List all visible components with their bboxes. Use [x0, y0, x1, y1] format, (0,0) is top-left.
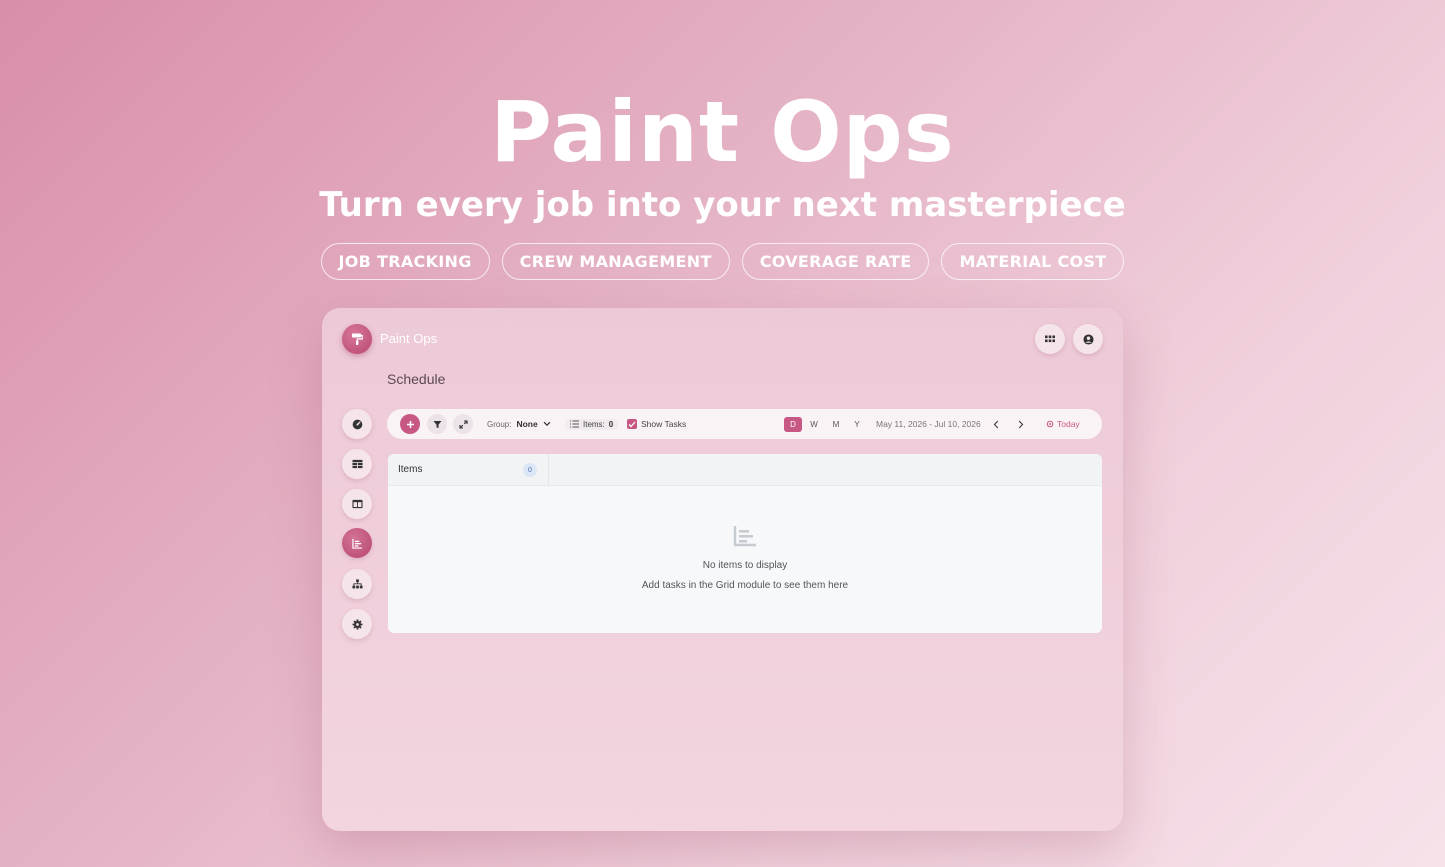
app-window: Paint Ops Schedule Group: None Items: 0 … — [322, 308, 1123, 831]
items-column-label: Items — [398, 464, 423, 475]
target-icon — [1046, 420, 1054, 428]
feature-pills: JOB TRACKING CREW MANAGEMENT COVERAGE RA… — [0, 243, 1445, 280]
filter-icon[interactable] — [427, 414, 447, 434]
empty-state-subtitle: Add tasks in the Grid module to see them… — [641, 580, 849, 591]
scale-month-button[interactable]: M — [827, 417, 845, 432]
show-tasks-label: Show Tasks — [641, 419, 687, 429]
today-label: Today — [1057, 419, 1080, 429]
empty-state-title: No items to display — [702, 560, 788, 571]
list-icon — [570, 420, 579, 428]
hierarchy-icon[interactable] — [342, 569, 372, 599]
next-chevron-icon[interactable] — [1018, 409, 1024, 439]
items-column-count-badge: 0 — [523, 463, 537, 477]
feature-pill-job-tracking: JOB TRACKING — [320, 243, 490, 280]
show-tasks-toggle[interactable]: Show Tasks — [627, 409, 686, 439]
items-column-header: Items 0 — [388, 454, 549, 485]
scale-day-button[interactable]: D — [784, 417, 802, 432]
scale-week-button[interactable]: W — [805, 417, 823, 432]
group-selector[interactable]: Group: None — [487, 409, 551, 439]
feature-pill-crew-management: CREW MANAGEMENT — [501, 243, 730, 280]
apps-grid-icon[interactable] — [1035, 324, 1065, 354]
board-icon[interactable] — [342, 489, 372, 519]
group-label: Group: — [487, 419, 512, 429]
add-button[interactable] — [400, 414, 420, 434]
scale-year-button[interactable]: Y — [848, 417, 866, 432]
dashboard-icon[interactable] — [342, 409, 372, 439]
today-button[interactable]: Today — [1046, 409, 1080, 439]
hero-subtitle: Turn every job into your next masterpiec… — [319, 185, 1126, 225]
items-count: 0 — [608, 419, 614, 429]
table-icon[interactable] — [342, 449, 372, 479]
chart-icon[interactable] — [342, 528, 372, 558]
expand-icon[interactable] — [453, 414, 473, 434]
panel-header: Items 0 — [388, 454, 1102, 486]
items-counter: Items: 0 — [565, 409, 619, 439]
brand-name: Paint Ops — [380, 331, 438, 346]
date-range: May 11, 2026 - Jul 10, 2026 — [876, 419, 981, 429]
paint-roller-logo-icon[interactable] — [342, 324, 372, 354]
schedule-panel: Items 0 No items to display Add tasks in… — [388, 454, 1102, 633]
feature-pill-material-cost: MATERIAL COST — [941, 243, 1125, 280]
hero-title: Paint Ops — [490, 83, 955, 181]
checkbox-checked-icon[interactable] — [627, 419, 637, 429]
settings-icon[interactable] — [342, 609, 372, 639]
group-value: None — [516, 419, 538, 429]
page-title: Schedule — [387, 371, 446, 387]
chevron-down-icon — [543, 421, 551, 427]
prev-chevron-icon[interactable] — [993, 409, 999, 439]
feature-pill-coverage-rate: COVERAGE RATE — [741, 243, 930, 280]
items-label: Items: — [583, 419, 605, 429]
schedule-toolbar: Group: None Items: 0 Show Tasks D W M Y … — [387, 409, 1102, 439]
account-icon[interactable] — [1073, 324, 1103, 354]
empty-chart-icon — [733, 526, 756, 547]
